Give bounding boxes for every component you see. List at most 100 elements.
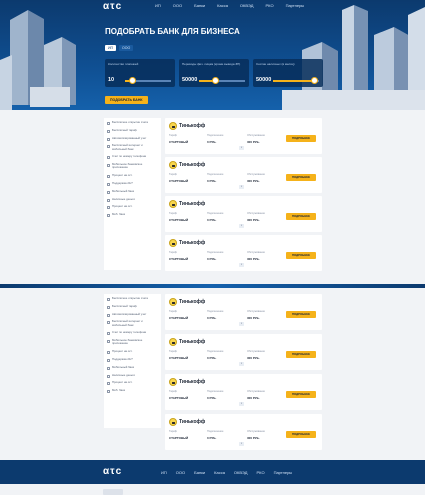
connect-value: 0 РУБ.: [207, 316, 217, 320]
slider-track[interactable]: [125, 77, 171, 84]
service-value: 300 РУБ.: [247, 179, 260, 183]
checkbox[interactable]: [107, 374, 110, 378]
checkbox[interactable]: [107, 313, 110, 317]
nav-link-okved[interactable]: ОКВЭД: [240, 3, 254, 8]
bank-card: Тинькофф Тариф Подключение Обслуживание …: [165, 374, 322, 410]
details-button[interactable]: ПОДРОБНЕЕ: [286, 135, 316, 142]
checkbox[interactable]: [107, 321, 110, 325]
nav-link-partners[interactable]: Партнеры: [286, 3, 305, 8]
page-title: ПОДОБРАТЬ БАНК ДЛЯ БИЗНЕСА: [105, 27, 240, 36]
bank-name: Тинькофф: [179, 379, 206, 385]
bank-card: Тинькофф Тариф Подключение Обслуживание …: [165, 157, 322, 193]
checkbox[interactable]: [107, 190, 110, 194]
bank-name: Тинькофф: [179, 201, 206, 207]
checkbox[interactable]: [107, 175, 110, 179]
checkbox[interactable]: [107, 305, 110, 309]
filters-panel: Бесплатное открытие счета Бесплатный тар…: [104, 294, 161, 428]
slider-handle[interactable]: [212, 77, 220, 84]
top-nav: ατc ИП ООО Банки Касса ОКВЭД РКО Партнер…: [0, 0, 425, 12]
nav-link-banks[interactable]: Банки: [194, 3, 205, 8]
checkbox[interactable]: [107, 382, 110, 386]
checkbox[interactable]: [107, 198, 110, 202]
section-divider: [0, 284, 425, 288]
checkbox[interactable]: [107, 182, 110, 186]
bank-logo-icon: [169, 200, 177, 208]
checkbox[interactable]: [107, 137, 110, 141]
checkbox[interactable]: [107, 129, 110, 133]
footer-link-okved[interactable]: ОКВЭД: [234, 470, 248, 475]
expand-icon[interactable]: ▾: [239, 185, 244, 189]
slider-track[interactable]: [273, 77, 319, 84]
slider-payments: Количество платежей 10: [105, 59, 175, 87]
details-button[interactable]: ПОДРОБНЕЕ: [286, 311, 316, 318]
connect-value: 0 РУБ.: [207, 218, 217, 222]
pick-bank-button[interactable]: ПОДОБРАТЬ БАНК: [105, 96, 148, 104]
nav-link-ooo[interactable]: ООО: [173, 3, 182, 8]
toggle-ip[interactable]: ИП: [105, 45, 117, 51]
nav-link-ip[interactable]: ИП: [155, 3, 161, 8]
checkbox[interactable]: [107, 206, 110, 210]
checkbox[interactable]: [107, 145, 110, 149]
business-type-toggle: ИП ООО: [105, 45, 134, 51]
expand-icon[interactable]: ▾: [239, 263, 244, 267]
service-value: 300 РУБ.: [247, 218, 260, 222]
nav-link-kassa[interactable]: Касса: [217, 3, 228, 8]
bank-card: Тинькофф Тариф Подключение Обслуживание …: [165, 235, 322, 271]
service-value: 300 РУБ.: [247, 140, 260, 144]
service-value: 300 РУБ.: [247, 316, 260, 320]
footer-link-kassa[interactable]: Касса: [214, 470, 225, 475]
filter-item[interactable]: Моб. банк: [104, 212, 161, 221]
checkbox[interactable]: [107, 164, 110, 168]
checkbox[interactable]: [107, 298, 110, 301]
filter-item[interactable]: Моб. банк: [104, 388, 161, 397]
expand-icon[interactable]: ▾: [239, 442, 244, 446]
checkbox[interactable]: [107, 390, 110, 394]
details-button[interactable]: ПОДРОБНЕЕ: [286, 213, 316, 220]
slider-cash: Снятие наличных (в месяц) 50000: [253, 59, 323, 87]
checkbox[interactable]: [107, 156, 110, 160]
details-button[interactable]: ПОДРОБНЕЕ: [286, 391, 316, 398]
tariff-value: СТАРТОВЫЙ: [169, 257, 189, 261]
footer-link-ooo[interactable]: ООО: [176, 470, 185, 475]
footer-link-banks[interactable]: Банки: [194, 470, 205, 475]
expand-icon[interactable]: ▾: [239, 362, 244, 366]
slider-handle[interactable]: [128, 77, 136, 84]
expand-icon[interactable]: ▾: [239, 322, 244, 326]
details-button[interactable]: ПОДРОБНЕЕ: [286, 431, 316, 438]
footer-link-partners[interactable]: Партнеры: [274, 470, 293, 475]
filters-panel: Бесплатное открытие счета Бесплатный тар…: [104, 118, 161, 270]
tariff-value: СТАРТОВЫЙ: [169, 396, 189, 400]
slider-value: 50000: [256, 77, 272, 83]
checkbox[interactable]: [107, 340, 110, 344]
connect-value: 0 РУБ.: [207, 140, 217, 144]
bank-name: Тинькофф: [179, 240, 206, 246]
nav-link-rko[interactable]: РКО: [265, 3, 273, 8]
checkbox[interactable]: [107, 214, 110, 218]
details-button[interactable]: ПОДРОБНЕЕ: [286, 351, 316, 358]
bank-logo-icon: [169, 418, 177, 426]
footer-logo[interactable]: ατc: [103, 466, 122, 477]
slider-label: Переводы физ. лицам (кроме вывода ЗП): [182, 62, 241, 66]
footer-link-rko[interactable]: РКО: [256, 470, 264, 475]
service-value: 300 РУБ.: [247, 356, 260, 360]
nav-links: ИП ООО Банки Касса ОКВЭД РКО Партнеры: [155, 3, 304, 8]
checkbox[interactable]: [107, 366, 110, 370]
details-button[interactable]: ПОДРОБНЕЕ: [286, 174, 316, 181]
expand-icon[interactable]: ▾: [239, 402, 244, 406]
expand-icon[interactable]: ▾: [239, 146, 244, 150]
checkbox[interactable]: [107, 358, 110, 362]
tariff-value: СТАРТОВЫЙ: [169, 316, 189, 320]
toggle-ooo[interactable]: ООО: [119, 45, 134, 51]
checkbox[interactable]: [107, 122, 110, 125]
checkbox[interactable]: [107, 332, 110, 336]
expand-icon[interactable]: ▾: [239, 224, 244, 228]
connect-value: 0 РУБ.: [207, 179, 217, 183]
footer-link-ip[interactable]: ИП: [161, 470, 167, 475]
checkbox[interactable]: [107, 351, 110, 355]
logo[interactable]: ατc: [103, 1, 122, 12]
slider-handle[interactable]: [311, 77, 319, 84]
details-button[interactable]: ПОДРОБНЕЕ: [286, 252, 316, 259]
bank-name: Тинькофф: [179, 162, 206, 168]
connect-value: 0 РУБ.: [207, 396, 217, 400]
slider-track[interactable]: [199, 77, 245, 84]
